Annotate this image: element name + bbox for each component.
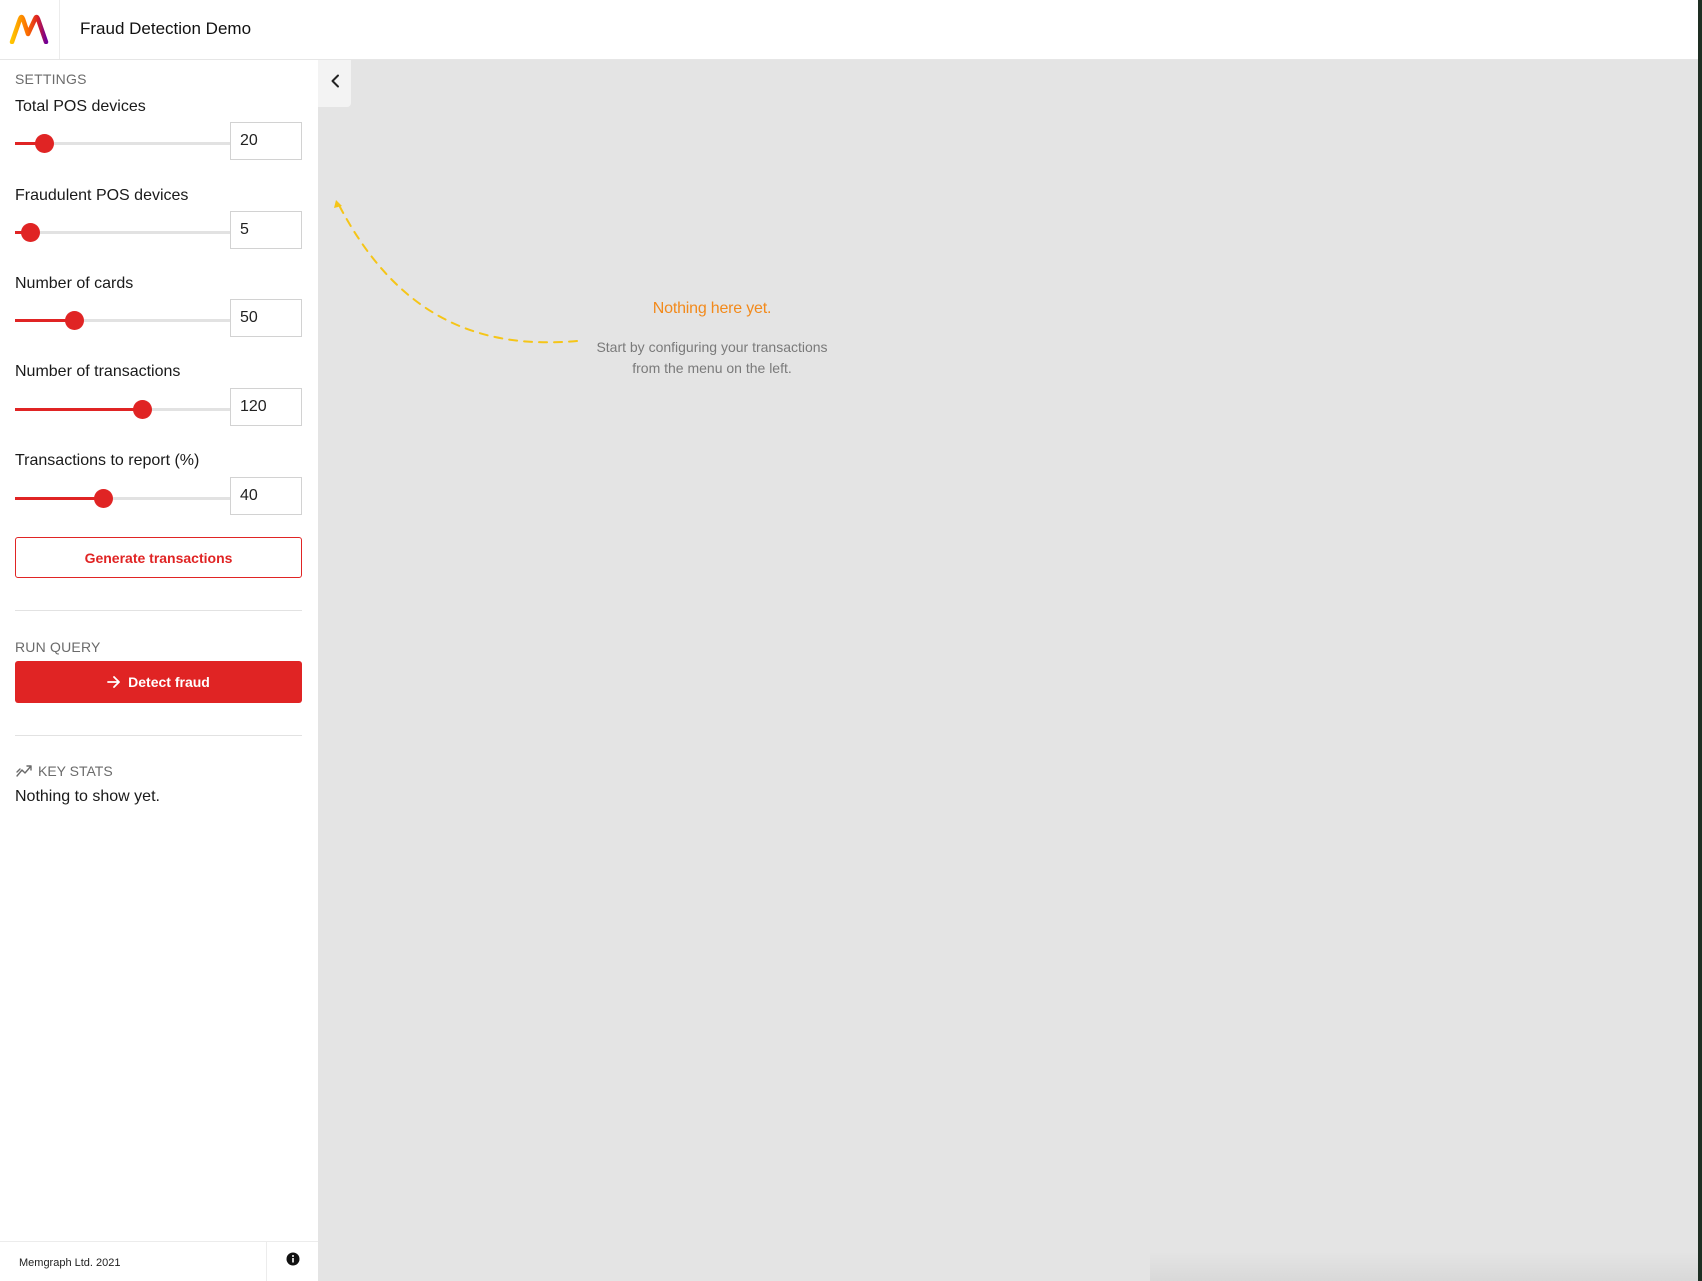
settings-heading: SETTINGS xyxy=(15,71,87,87)
slider-fill xyxy=(15,408,142,411)
total-pos-slider[interactable] xyxy=(15,134,230,153)
key-stats-heading: KEY STATS xyxy=(16,763,113,779)
total-pos-input[interactable] xyxy=(230,122,302,160)
empty-state-title: Nothing here yet. xyxy=(652,300,772,317)
empty-state-description: Start by configuring your transactions f… xyxy=(555,337,869,379)
sidebar-footer: Memgraph Ltd. 2021 xyxy=(0,1241,318,1281)
run-query-heading: RUN QUERY xyxy=(15,639,101,655)
top-header: Fraud Detection Demo xyxy=(0,0,1702,60)
detect-fraud-button[interactable]: Detect fraud xyxy=(15,661,302,703)
number-of-cards-slider[interactable] xyxy=(15,311,230,330)
trend-chart-icon xyxy=(16,764,33,778)
slider-thumb[interactable] xyxy=(65,311,84,330)
generate-transactions-button[interactable]: Generate transactions xyxy=(15,537,302,578)
fraudulent-pos-label: Fraudulent POS devices xyxy=(15,187,189,204)
memgraph-logo-icon xyxy=(9,14,49,44)
arrow-right-icon xyxy=(107,676,121,688)
transactions-to-report-label: Transactions to report (%) xyxy=(15,452,200,469)
transactions-to-report-slider[interactable] xyxy=(15,489,230,508)
curved-arrow-icon xyxy=(334,200,578,344)
number-of-cards-label: Number of cards xyxy=(15,275,134,292)
divider xyxy=(15,610,302,611)
empty-state-description-line: Start by configuring your transactions xyxy=(596,339,828,355)
number-of-transactions-input[interactable] xyxy=(230,388,302,426)
transactions-to-report-input[interactable] xyxy=(230,477,302,515)
number-of-transactions-label: Number of transactions xyxy=(15,363,181,380)
logo[interactable] xyxy=(0,0,60,59)
total-pos-label: Total POS devices xyxy=(15,98,146,115)
fraudulent-pos-input[interactable] xyxy=(230,211,302,249)
info-button[interactable] xyxy=(266,1242,318,1281)
slider-thumb[interactable] xyxy=(94,489,113,508)
info-circle-icon xyxy=(286,1252,300,1271)
window-edge xyxy=(1698,0,1702,1281)
chevron-left-icon xyxy=(330,74,340,93)
empty-state-description-line: from the menu on the left. xyxy=(632,360,792,376)
key-stats-heading-text: KEY STATS xyxy=(38,763,113,779)
slider-thumb[interactable] xyxy=(35,134,54,153)
fraudulent-pos-slider[interactable] xyxy=(15,223,230,242)
sidebar: SETTINGS Total POS devices Fraudulent PO… xyxy=(0,60,318,1281)
number-of-cards-input[interactable] xyxy=(230,299,302,337)
copyright-text: Memgraph Ltd. 2021 xyxy=(19,1257,121,1269)
slider-thumb[interactable] xyxy=(21,223,40,242)
bottom-shadow xyxy=(1150,1251,1698,1281)
key-stats-empty-text: Nothing to show yet. xyxy=(15,788,160,805)
number-of-transactions-slider[interactable] xyxy=(15,400,230,419)
generate-transactions-label: Generate transactions xyxy=(84,549,233,566)
slider-fill xyxy=(15,497,103,500)
collapse-sidebar-button[interactable] xyxy=(318,60,351,107)
app-title: Fraud Detection Demo xyxy=(80,19,252,38)
detect-fraud-label: Detect fraud xyxy=(128,674,210,690)
slider-thumb[interactable] xyxy=(133,400,152,419)
divider xyxy=(15,735,302,736)
